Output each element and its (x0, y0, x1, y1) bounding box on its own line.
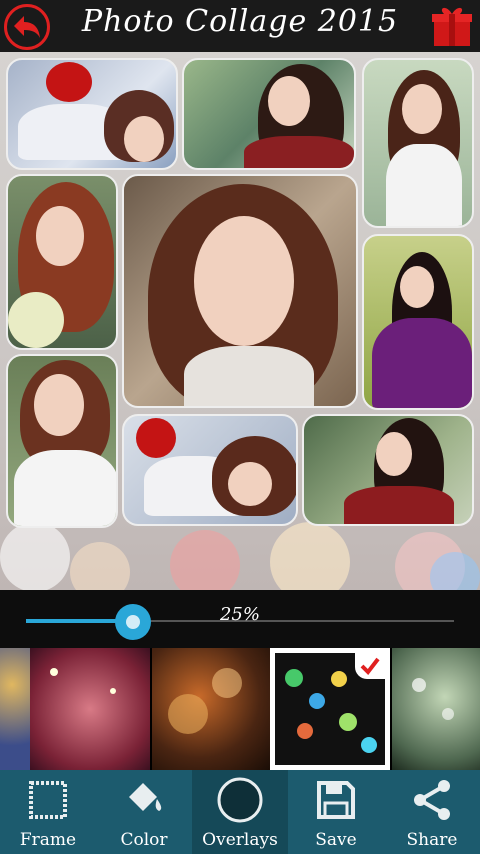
checkmark-icon (360, 657, 380, 675)
bokeh-light (331, 671, 347, 687)
collage-photo-7[interactable] (6, 354, 118, 528)
floppy-disk-icon (310, 774, 362, 826)
bokeh-light (70, 542, 130, 590)
collage-photo-3[interactable] (362, 58, 474, 228)
photo-figure (372, 318, 472, 408)
bokeh-light (339, 713, 357, 731)
collage-photo-8[interactable] (122, 414, 298, 526)
tool-share[interactable]: Share (384, 770, 480, 854)
gift-button[interactable] (430, 4, 474, 48)
photo-figure (376, 432, 412, 476)
back-arrow-icon (14, 16, 40, 38)
slider-percent-label: 25% (219, 604, 260, 625)
slider-thumb[interactable] (115, 604, 151, 640)
tool-save-label: Save (315, 830, 357, 850)
overlay-thumbnail-partial[interactable] (0, 648, 30, 770)
tool-frame[interactable]: Frame (0, 770, 96, 854)
paint-bucket-icon (118, 774, 170, 826)
tool-save[interactable]: Save (288, 770, 384, 854)
tool-color[interactable]: Color (96, 770, 192, 854)
tool-overlays[interactable]: Overlays (192, 770, 288, 854)
photo-figure (402, 84, 442, 134)
bokeh-light (168, 694, 208, 734)
photo-roses (136, 418, 176, 458)
frame-icon (22, 774, 74, 826)
photo-figure (184, 346, 314, 406)
tool-color-label: Color (120, 830, 168, 850)
tool-share-label: Share (406, 830, 458, 850)
bokeh-light (270, 522, 350, 590)
bokeh-light (110, 688, 116, 694)
app-header: Photo Collage 2015 (0, 0, 480, 52)
back-button[interactable] (4, 4, 50, 50)
overlay-thumbnail-1[interactable] (30, 648, 150, 770)
bokeh-light (0, 522, 70, 590)
slider-thumb-core (126, 615, 140, 629)
gift-icon (432, 7, 472, 46)
overlay-thumbnail-3[interactable] (270, 648, 390, 770)
tool-overlays-label: Overlays (202, 830, 278, 850)
photo-roses (46, 62, 92, 102)
bokeh-light (361, 737, 377, 753)
collage-photo-4[interactable] (6, 174, 118, 350)
bokeh-light (309, 693, 325, 709)
bokeh-light (212, 668, 242, 698)
bokeh-light (50, 668, 58, 676)
photo-figure (36, 206, 84, 266)
overlay-thumbnail-2[interactable] (152, 648, 270, 770)
collage-canvas[interactable] (0, 52, 480, 590)
tool-frame-label: Frame (19, 830, 77, 850)
bokeh-light (412, 678, 426, 692)
photo-figure (14, 450, 116, 526)
photo-figure (386, 144, 462, 226)
opacity-slider-bar: 25% (0, 590, 480, 648)
selected-check-badge (355, 653, 385, 679)
bottom-toolbar: Frame Color Overlays Save Share (0, 770, 480, 854)
bokeh-light (297, 723, 313, 739)
bokeh-light (442, 708, 454, 720)
collage-photo-2[interactable] (182, 58, 356, 170)
photo-figure (228, 462, 272, 506)
photo-figure (124, 116, 164, 162)
photo-figure (400, 266, 434, 308)
photo-flowers (8, 292, 64, 348)
photo-figure (34, 374, 84, 436)
overlay-strip[interactable] (0, 648, 480, 770)
bokeh-light (170, 530, 240, 590)
collage-photo-5[interactable] (122, 174, 358, 408)
photo-figure (194, 216, 294, 346)
photo-figure (344, 486, 454, 524)
app-title: Photo Collage 2015 (81, 4, 399, 39)
overlay-thumbnail-4[interactable] (392, 648, 480, 770)
photo-figure (268, 76, 310, 126)
photo-figure (244, 136, 354, 168)
collage-photo-1[interactable] (6, 58, 178, 170)
overlay-circle-icon (214, 774, 266, 826)
collage-photo-6[interactable] (362, 234, 474, 410)
bokeh-light (285, 669, 303, 687)
collage-photo-9[interactable] (302, 414, 474, 526)
bokeh-light (430, 552, 480, 590)
share-icon (406, 774, 458, 826)
